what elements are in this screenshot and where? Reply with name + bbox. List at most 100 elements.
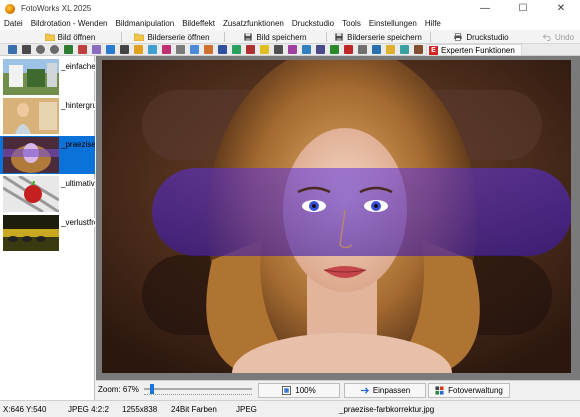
thumbnail-item[interactable]: _verlustfre — [0, 214, 95, 252]
window-controls: — ☐ ✕ — [466, 0, 580, 17]
close-button[interactable]: ✕ — [542, 0, 580, 17]
menu-zusatzfunktionen[interactable]: Zusatzfunktionen — [219, 19, 288, 28]
thumbnail-label: _praezise- — [61, 140, 95, 149]
save-series-button[interactable]: Bilderserie speichern — [327, 31, 429, 43]
levels-icon[interactable] — [162, 45, 171, 54]
thumbnail-image — [3, 137, 59, 173]
zoom-100-button[interactable]: 100% — [258, 383, 340, 398]
open-series-button[interactable]: Bilderserie öffnen — [122, 31, 222, 43]
file-name: _praezise-farbkorrektur.jpg — [339, 405, 435, 414]
settings-icon[interactable] — [414, 45, 423, 54]
eraser-icon[interactable] — [246, 45, 255, 54]
title-bar: FotoWorks XL 2025 — ☐ ✕ — [0, 0, 580, 17]
maximize-button[interactable]: ☐ — [504, 0, 542, 17]
menu-datei[interactable]: Datei — [0, 19, 27, 28]
status-bar: X:646 Y:540 JPEG 4:2:2 1255x838 24Bit Fa… — [0, 400, 580, 417]
app-logo-icon — [5, 3, 15, 14]
menu-bildrotation[interactable]: Bildrotation - Wenden — [27, 19, 112, 28]
edited-photo — [102, 60, 571, 373]
zoom-slider-ticks — [144, 394, 252, 397]
thumbnail-panel[interactable]: _einfache- _hintergrund — [0, 56, 95, 400]
menu-hilfe[interactable]: Hilfe — [421, 19, 445, 28]
thumbnail-image — [3, 215, 59, 251]
folder-icon — [44, 33, 55, 41]
color-depth: 24Bit Farben — [171, 405, 217, 414]
text-icon[interactable] — [218, 45, 227, 54]
thumbnail-image — [3, 59, 59, 95]
resize-icon[interactable] — [106, 45, 115, 54]
fit-label: Einpassen — [372, 386, 411, 395]
main-toolbar: Bild öffnen Bilderserie öffnen Bild spei… — [0, 30, 580, 44]
open-image-button[interactable]: Bild öffnen — [20, 31, 120, 43]
zoom-100-label: 100% — [295, 386, 316, 395]
thumbnail-label: _ultimative — [60, 179, 95, 188]
menu-bar: Datei Bildrotation - Wenden Bildmanipula… — [0, 17, 580, 30]
save-series-label: Bilderserie speichern — [347, 32, 422, 42]
sharpen-icon[interactable] — [176, 45, 185, 54]
image-dimensions: 1255x838 — [122, 405, 158, 414]
thumbnail-item-selected[interactable]: _praezise- — [0, 136, 95, 174]
paint-icon[interactable] — [204, 45, 213, 54]
floppy-disk-icon — [335, 33, 343, 41]
undo-button[interactable]: Undo — [536, 31, 580, 43]
tool-icon-bar: E Experten Funktionen — [0, 44, 580, 56]
crop-tool-icon[interactable] — [22, 45, 31, 54]
red-eye-icon[interactable] — [78, 45, 87, 54]
zoom-slider-handle[interactable] — [150, 384, 154, 394]
gradient-icon[interactable] — [302, 45, 311, 54]
shape-icon[interactable] — [358, 45, 367, 54]
highlight-icon[interactable] — [260, 45, 269, 54]
open-image-label: Bild öffnen — [57, 32, 96, 42]
rotate-left-icon[interactable] — [36, 45, 45, 54]
menu-einstellungen[interactable]: Einstellungen — [365, 19, 421, 28]
rotate-tool-icon[interactable] — [8, 45, 17, 54]
fit-button[interactable]: Einpassen — [344, 383, 426, 398]
sun-icon[interactable] — [134, 45, 143, 54]
menu-bildmanipulation[interactable]: Bildmanipulation — [111, 19, 178, 28]
open-series-label: Bilderserie öffnen — [147, 32, 210, 42]
menu-tools[interactable]: Tools — [338, 19, 365, 28]
undo-label: Undo — [554, 32, 575, 42]
print-studio-label: Druckstudio — [466, 32, 509, 42]
stamp-icon[interactable] — [344, 45, 353, 54]
printer-icon — [454, 33, 462, 41]
window-title: FotoWorks XL 2025 — [21, 4, 92, 13]
info-icon[interactable] — [372, 45, 381, 54]
expert-functions-label: Experten Funktionen — [441, 45, 515, 55]
grid-icon — [435, 386, 444, 395]
photo-manager-label: Fotoverwaltung — [448, 386, 503, 395]
rotate-right-icon[interactable] — [50, 45, 59, 54]
frame-icon[interactable] — [120, 45, 129, 54]
flip-icon[interactable] — [64, 45, 73, 54]
thumbnail-item[interactable]: _einfache- — [0, 58, 95, 96]
thumbnail-image — [3, 176, 59, 212]
zoom-label: Zoom: 67% — [98, 385, 139, 394]
print-studio-button[interactable]: Druckstudio — [431, 31, 531, 43]
fit-arrow-icon — [360, 387, 369, 394]
expert-functions-button[interactable]: E Experten Funktionen — [426, 44, 522, 56]
star-icon[interactable] — [386, 45, 395, 54]
color-icon[interactable] — [148, 45, 157, 54]
compare-icon[interactable] — [400, 45, 409, 54]
zoom-slider[interactable] — [144, 384, 252, 397]
photo-manager-button[interactable]: Fotoverwaltung — [428, 383, 510, 398]
menu-bildeffekt[interactable]: Bildeffekt — [178, 19, 219, 28]
zoom-bar: Zoom: 67% 100% Einpassen Fotoverwaltung — [96, 380, 580, 400]
mask-icon[interactable] — [288, 45, 297, 54]
border-icon[interactable] — [330, 45, 339, 54]
thumbnail-item[interactable]: _ultimative — [0, 175, 95, 213]
undo-icon — [542, 34, 551, 41]
thumbnail-item[interactable]: _hintergrund — [0, 97, 95, 135]
brush-icon[interactable] — [232, 45, 241, 54]
expert-e-icon: E — [429, 45, 438, 55]
menu-druckstudio[interactable]: Druckstudio — [288, 19, 338, 28]
clone-icon[interactable] — [274, 45, 283, 54]
blur-icon[interactable] — [190, 45, 199, 54]
effect-icon[interactable] — [92, 45, 101, 54]
minimize-button[interactable]: — — [466, 0, 504, 17]
image-canvas[interactable] — [96, 56, 580, 380]
collage-icon[interactable] — [316, 45, 325, 54]
save-image-label: Bild speichern — [256, 32, 307, 42]
save-image-button[interactable]: Bild speichern — [225, 31, 325, 43]
thumbnail-label: _verlustfre — [60, 218, 95, 227]
